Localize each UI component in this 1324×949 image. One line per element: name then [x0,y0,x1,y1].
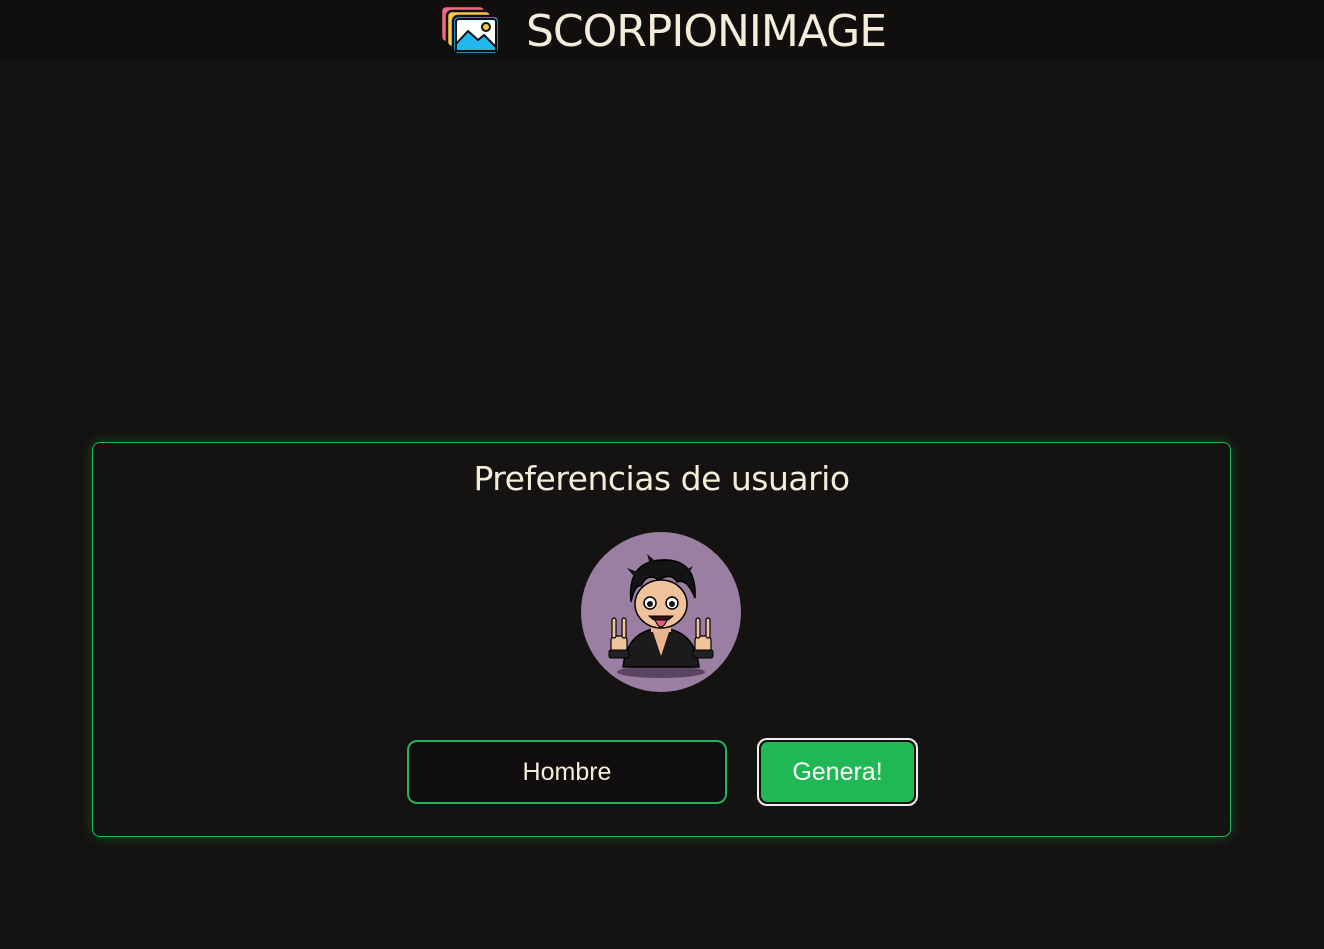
cartoon-rocker-avatar-icon [608,554,714,678]
avatar [581,532,741,692]
top-bar: SCORPIONIMAGE [0,0,1324,62]
image-stack-icon [439,4,501,56]
panel-title: Preferencias de usuario [473,459,850,498]
brand[interactable]: SCORPIONIMAGE [438,0,887,63]
generate-button-label: Genera! [761,742,914,802]
generate-button[interactable]: Genera! [757,738,918,806]
preferences-panel: Preferencias de usuario Hombre Genera! [92,442,1231,837]
gender-field[interactable] [407,740,727,804]
app-name: SCORPIONIMAGE [525,6,887,57]
